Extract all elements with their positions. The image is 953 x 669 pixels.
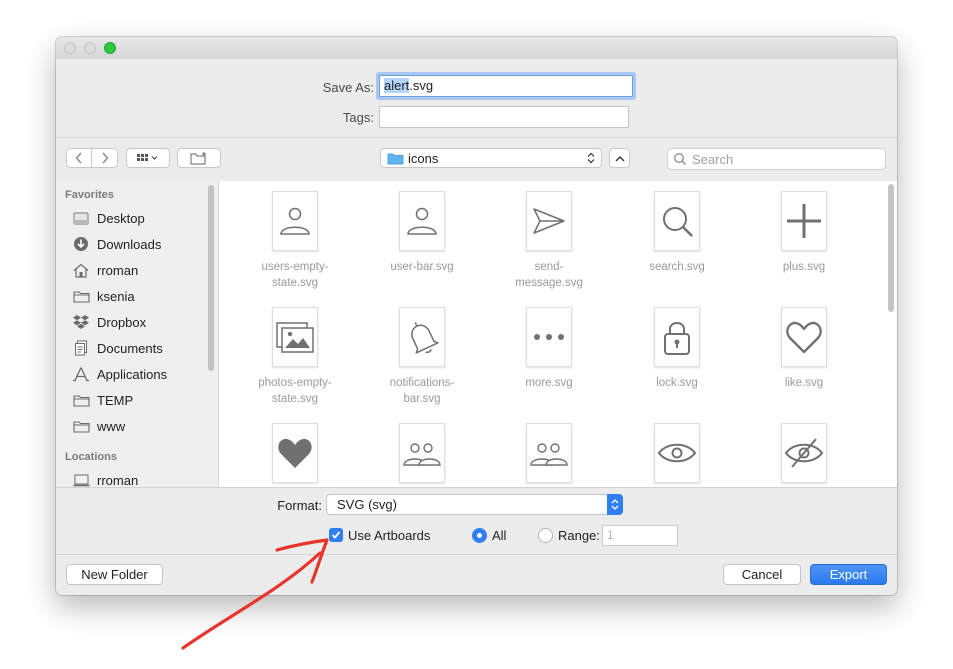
annotation-arrow — [181, 538, 329, 650]
